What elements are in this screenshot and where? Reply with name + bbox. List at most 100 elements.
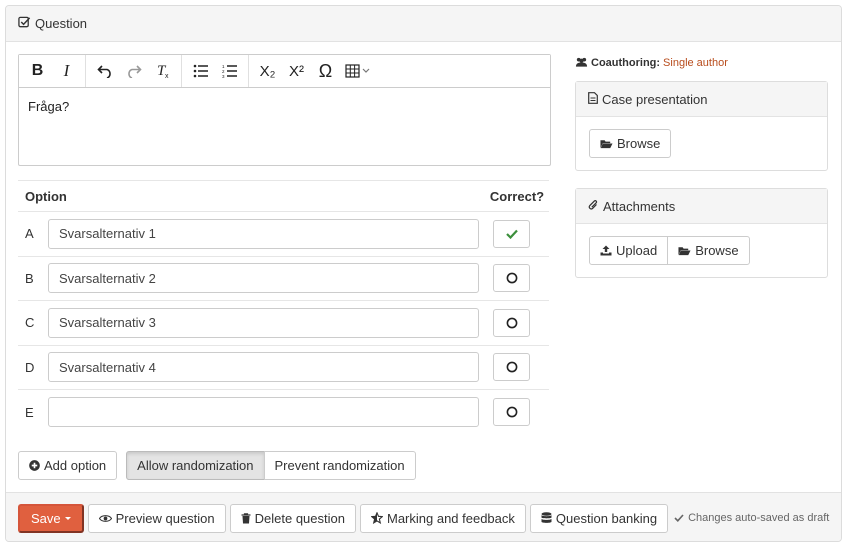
randomization-toggle: Allow randomization Prevent randomizatio…	[126, 451, 416, 480]
option-actions: Add option Allow randomization Prevent r…	[18, 451, 416, 480]
coauthoring-status: Coauthoring: Single author	[575, 54, 828, 72]
table-icon[interactable]	[340, 57, 376, 86]
side-column: Coauthoring: Single author Case presenta…	[575, 54, 828, 278]
eye-icon	[98, 514, 112, 522]
check-icon	[505, 229, 518, 239]
option-row: D Svarsalternativ 4	[18, 346, 549, 390]
upload-icon	[600, 245, 612, 256]
attachments-browse-button[interactable]: Browse	[667, 236, 750, 265]
case-presentation-title: Case presentation	[602, 91, 708, 107]
correct-toggle-button[interactable]	[493, 353, 530, 382]
case-presentation-body: Browse	[576, 117, 827, 170]
toolbar-group-history: Tx	[86, 55, 182, 87]
trash-icon	[241, 512, 251, 523]
marking-feedback-button[interactable]: Marking and feedback	[359, 503, 526, 533]
attachments-title: Attachments	[603, 198, 676, 214]
correct-toggle-button[interactable]	[493, 398, 530, 427]
option-text-field[interactable]: Svarsalternativ 1	[48, 218, 479, 249]
option-text-field[interactable]	[48, 397, 479, 428]
upload-button[interactable]: Upload	[589, 236, 669, 265]
attachments-panel: Attachments Upload Browse	[575, 188, 828, 278]
svg-text:x: x	[165, 73, 169, 79]
svg-text:3: 3	[222, 74, 225, 78]
option-letter: A	[25, 226, 34, 242]
save-button[interactable]: Save	[18, 503, 84, 533]
option-letter: E	[25, 404, 34, 420]
option-letter: C	[25, 315, 35, 331]
save-label: Save	[31, 510, 61, 526]
circle-icon	[506, 406, 517, 418]
star-half-icon	[370, 512, 383, 524]
plus-circle-icon	[29, 460, 40, 471]
circle-icon	[506, 317, 517, 329]
preview-question-button[interactable]: Preview question	[87, 503, 226, 533]
question-banking-button[interactable]: Question banking	[529, 503, 669, 533]
autosave-status-text: Changes auto-saved as draft	[688, 512, 830, 524]
coauthoring-label: Coauthoring:	[591, 57, 661, 69]
option-letter: B	[25, 270, 34, 286]
redo-icon[interactable]	[119, 57, 148, 86]
omega-icon[interactable]: Ω	[311, 57, 340, 86]
prevent-randomization-button[interactable]: Prevent randomization	[263, 451, 416, 480]
folder-open-icon	[600, 139, 613, 148]
add-option-button[interactable]: Add option	[18, 451, 118, 480]
correct-toggle-button[interactable]	[493, 308, 530, 337]
option-row: E	[18, 390, 549, 435]
option-letter: D	[25, 359, 35, 375]
toolbar-group-format: B I	[19, 55, 86, 87]
option-text-field[interactable]: Svarsalternativ 2	[48, 263, 479, 294]
options-table: Option Correct? A Svarsalternativ 1 B Svars…	[18, 180, 549, 435]
subscript-icon[interactable]: X₂	[253, 57, 282, 86]
circle-icon	[506, 272, 517, 284]
correct-column-header: Correct?	[489, 188, 545, 204]
correct-toggle-button[interactable]	[493, 219, 530, 248]
paperclip-icon	[588, 199, 603, 214]
marking-feedback-label: Marking and feedback	[386, 510, 515, 526]
bold-icon[interactable]: B	[23, 57, 52, 86]
question-panel: Question B I Tx 1 2 3 X₂ X² Ω Fråga? Opt…	[5, 5, 842, 542]
case-browse-label: Browse	[617, 136, 661, 151]
users-icon	[575, 57, 588, 70]
attachments-header: Attachments	[576, 189, 827, 224]
caret-down-icon	[64, 516, 71, 520]
bullet-list-icon[interactable]	[186, 57, 215, 86]
attachments-body: Upload Browse	[576, 224, 827, 277]
preview-question-label: Preview question	[115, 510, 215, 526]
coauthoring-value-link[interactable]: Single author	[663, 57, 728, 69]
question-editor[interactable]: B I Tx 123 X₂ X² Ω Fråga?	[18, 54, 551, 166]
attachments-browse-label: Browse	[695, 243, 739, 258]
option-text-field[interactable]: Svarsalternativ 3	[48, 307, 479, 338]
toolbar-group-lists: 123	[182, 55, 249, 87]
option-row: C Svarsalternativ 3	[18, 301, 549, 346]
question-footer: Save Preview question Delete question Ma…	[6, 492, 841, 541]
option-row: B Svarsalternativ 2	[18, 257, 549, 301]
question-panel-title: Question	[35, 16, 88, 31]
case-presentation-header: Case presentation	[576, 82, 827, 117]
upload-label: Upload	[616, 243, 658, 258]
toolbar-group-special: X₂ X² Ω	[249, 55, 380, 87]
case-browse-button[interactable]: Browse	[589, 129, 672, 158]
italic-icon[interactable]: I	[52, 57, 81, 86]
editor-toolbar: B I Tx 123 X₂ X² Ω	[19, 55, 550, 88]
delete-question-button[interactable]: Delete question	[229, 503, 356, 533]
option-column-header: Option	[25, 188, 67, 204]
numbered-list-icon[interactable]: 123	[215, 57, 244, 86]
question-banking-label: Question banking	[555, 510, 658, 526]
add-option-label: Add option	[44, 458, 107, 473]
autosave-status: Changes auto-saved as draft	[674, 512, 829, 524]
option-text-field[interactable]: Svarsalternativ 4	[48, 352, 479, 383]
checkbox-icon	[18, 16, 35, 32]
clear-format-icon[interactable]: Tx	[148, 57, 177, 86]
allow-randomization-button[interactable]: Allow randomization	[126, 451, 265, 480]
file-icon	[588, 91, 602, 107]
folder-open-icon	[678, 246, 691, 255]
undo-icon[interactable]	[90, 57, 119, 86]
editor-content[interactable]: Fråga?	[19, 88, 550, 125]
question-panel-header: Question	[6, 6, 841, 42]
superscript-icon[interactable]: X²	[282, 57, 311, 86]
circle-icon	[506, 361, 517, 373]
attachments-actions: Upload Browse	[589, 236, 750, 265]
check-icon	[674, 514, 684, 522]
correct-toggle-button[interactable]	[493, 264, 530, 293]
delete-question-label: Delete question	[254, 510, 345, 526]
